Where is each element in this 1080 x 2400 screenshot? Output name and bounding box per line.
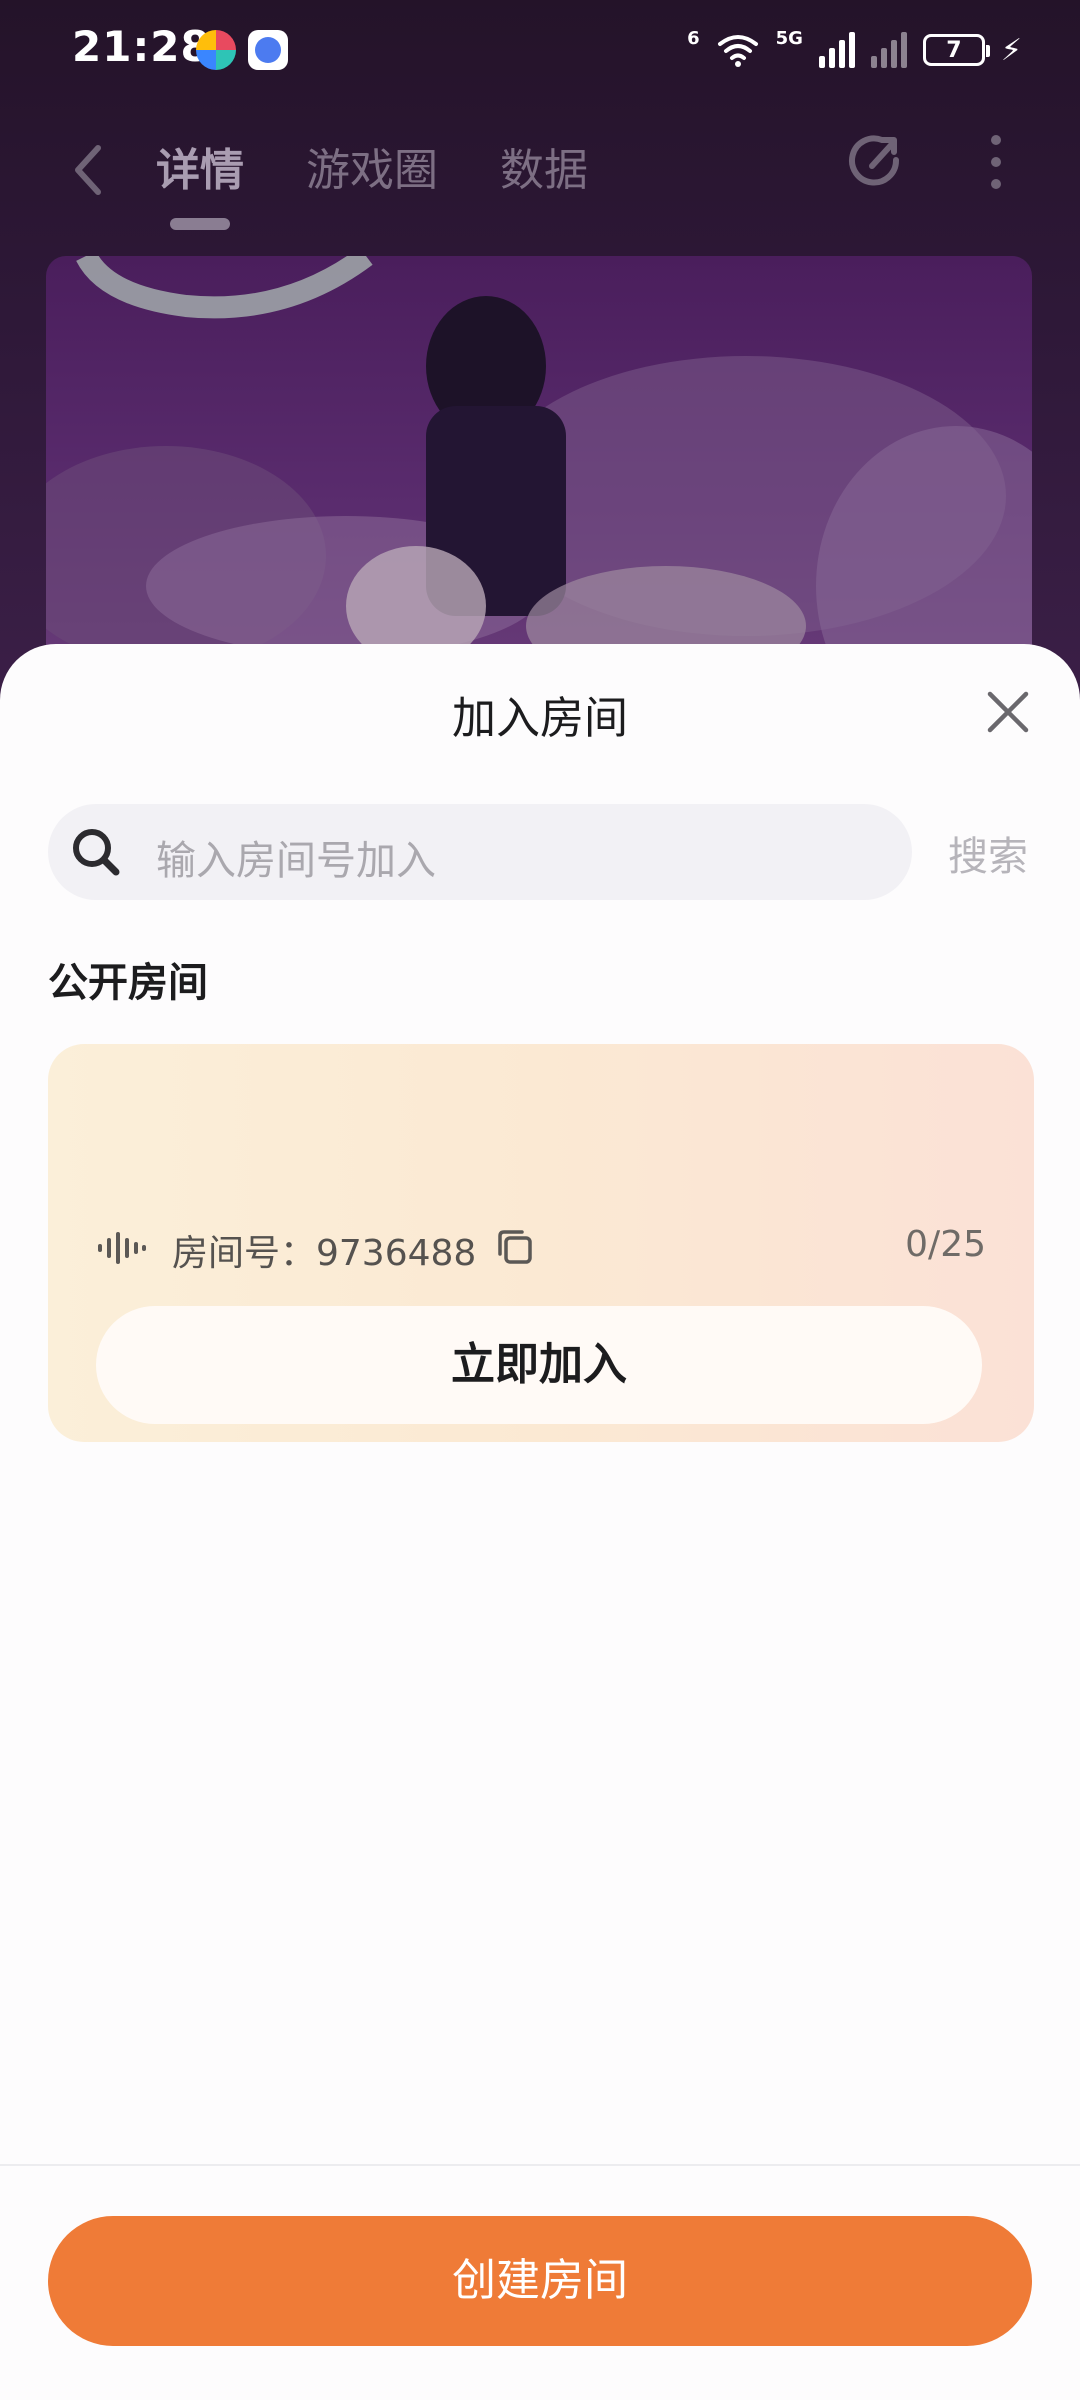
join-now-button[interactable]: 立即加入 <box>96 1306 982 1424</box>
more-icon[interactable] <box>980 132 1012 192</box>
search-icon <box>73 829 120 876</box>
tab-details[interactable]: 详情 <box>156 134 244 198</box>
wifi-icon <box>717 35 758 67</box>
signal-icon <box>818 32 855 68</box>
join-room-sheet: 加入房间 输入房间号加入 搜索 公开房间 房间号：9736488 0/25 立即… <box>0 644 1080 2400</box>
back-icon[interactable] <box>66 140 110 200</box>
notification-app-icon-2 <box>248 30 288 70</box>
app-header: 详情 游戏圈 数据 <box>0 120 1080 230</box>
copy-icon[interactable] <box>496 1228 534 1266</box>
sheet-title: 加入房间 <box>452 693 628 744</box>
background-app: 21:28 6 5G 7 ⚡ 详情 游戏圈 数据 <box>0 0 1080 716</box>
voice-icon <box>98 1232 146 1264</box>
status-bar: 21:28 6 5G 7 ⚡ <box>0 0 1080 100</box>
tab-data[interactable]: 数据 <box>500 134 588 198</box>
public-rooms-heading: 公开房间 <box>48 960 208 1006</box>
tab-game-circle[interactable]: 游戏圈 <box>306 134 438 198</box>
footer-divider <box>0 2164 1080 2166</box>
signal-icon-2 <box>870 32 907 68</box>
charging-icon: ⚡ <box>1000 32 1022 68</box>
search-input[interactable]: 输入房间号加入 <box>48 804 912 900</box>
share-icon[interactable] <box>844 130 908 194</box>
wifi-label: 6 <box>687 28 700 49</box>
search-button[interactable]: 搜索 <box>948 824 1028 882</box>
create-room-button[interactable]: 创建房间 <box>48 2216 1032 2346</box>
room-occupancy: 0/25 <box>905 1224 986 1265</box>
search-placeholder: 输入房间号加入 <box>156 838 436 884</box>
network-label: 5G <box>775 28 803 49</box>
status-time: 21:28 <box>72 22 211 71</box>
room-number: 房间号：9736488 <box>172 1233 477 1274</box>
screen: 21:28 6 5G 7 ⚡ 详情 游戏圈 数据 加入房间 输入房间号加入 搜索… <box>0 0 1080 2400</box>
close-icon[interactable] <box>984 688 1032 736</box>
status-icons: 6 5G 7 ⚡ <box>687 28 1022 72</box>
tab-indicator <box>170 218 230 230</box>
notification-app-icon <box>196 30 236 70</box>
battery-icon: 7 <box>922 34 990 66</box>
room-card: 房间号：9736488 0/25 立即加入 <box>48 1044 1034 1442</box>
